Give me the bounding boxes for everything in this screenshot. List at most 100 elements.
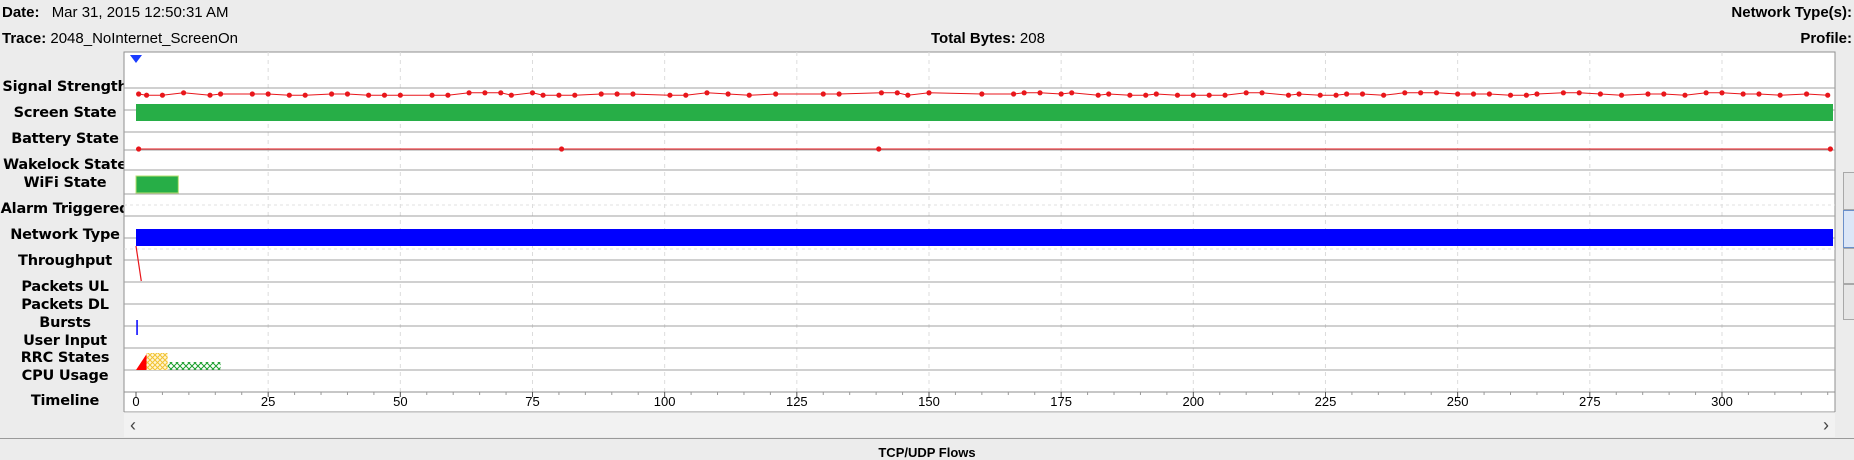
signal-strength-point — [1021, 90, 1027, 96]
timeline-tick-label: 0 — [132, 394, 139, 409]
signal-strength-point — [1825, 92, 1831, 98]
signal-strength-point — [572, 92, 578, 98]
signal-strength-point — [1777, 92, 1783, 98]
signal-strength-point — [1095, 92, 1101, 98]
signal-strength-point — [344, 91, 351, 97]
signal-strength-point — [143, 92, 150, 98]
signal-strength-point — [1037, 90, 1043, 96]
signal-strength-point — [508, 92, 514, 98]
signal-strength-point — [180, 90, 187, 96]
timeline-tick-label: 125 — [786, 394, 808, 409]
signal-strength-point — [366, 92, 372, 98]
signal-strength-point — [614, 91, 620, 97]
scroll-left-icon[interactable]: ‹ — [130, 413, 136, 437]
signal-strength-point — [836, 91, 842, 97]
side-panel-button-4[interactable] — [1843, 284, 1854, 320]
timeline-tick-label: 50 — [393, 394, 407, 409]
signal-strength-point — [1143, 92, 1149, 98]
signal-strength-point — [1381, 92, 1387, 98]
signal-strength-point — [302, 92, 308, 98]
signal-strength-point — [1523, 92, 1529, 98]
signal-strength-point — [1661, 91, 1667, 97]
signal-strength-point — [1402, 90, 1408, 96]
signal-strength-point — [556, 92, 562, 98]
screen-state-bar — [136, 104, 1833, 121]
signal-strength-point — [286, 92, 292, 98]
trace-chart[interactable]: 0 25 50 75 100 125 150 175 200 225 250 275 300 — [0, 0, 1854, 412]
signal-strength-point — [1259, 90, 1265, 96]
signal-strength-point — [1190, 92, 1196, 98]
signal-strength-point — [217, 91, 224, 97]
signal-strength-point — [265, 91, 271, 97]
signal-strength-point — [1069, 90, 1075, 96]
timeline-tick-label: 175 — [1050, 394, 1072, 409]
timeline-tick-label: 275 — [1579, 394, 1601, 409]
signal-strength-point — [1597, 91, 1603, 97]
bottom-panel: TCP/UDP Flows — [0, 438, 1854, 460]
tcp-udp-flows-tab[interactable]: TCP/UDP Flows — [0, 445, 1854, 460]
signal-strength-point — [1285, 92, 1292, 98]
timeline-tick-label: 200 — [1182, 394, 1204, 409]
signal-strength-point — [1703, 90, 1709, 96]
signal-strength-point — [1344, 91, 1350, 97]
signal-strength-point — [1333, 92, 1339, 98]
signal-strength-point — [1317, 92, 1323, 98]
signal-strength-point — [159, 92, 166, 98]
rrc-tail-segment — [167, 362, 221, 370]
side-panel-button-1[interactable] — [1843, 172, 1854, 210]
signal-strength-point — [894, 90, 900, 96]
signal-strength-point — [540, 92, 546, 98]
signal-strength-point — [1243, 90, 1249, 96]
timeline-tick-label: 25 — [261, 394, 275, 409]
scroll-right-icon[interactable]: › — [1823, 413, 1829, 437]
signal-strength-point — [1756, 91, 1762, 97]
battery-state-point — [876, 146, 882, 152]
signal-strength-point — [1359, 91, 1366, 97]
signal-strength-point — [683, 92, 689, 98]
signal-strength-point — [1576, 90, 1582, 96]
signal-strength-point — [1740, 91, 1746, 97]
signal-strength-point — [1560, 90, 1566, 96]
signal-strength-point — [381, 92, 388, 98]
signal-strength-point — [1618, 92, 1625, 98]
side-panel-button-2[interactable] — [1843, 210, 1854, 248]
horizontal-scrollbar[interactable]: ‹ › — [124, 412, 1835, 437]
signal-strength-point — [529, 90, 536, 96]
timeline-tick-label: 75 — [525, 394, 539, 409]
signal-strength-point — [979, 91, 985, 97]
timeline-tick-label: 100 — [654, 394, 676, 409]
signal-strength-point — [445, 92, 451, 98]
signal-strength-point — [466, 90, 472, 96]
timeline-tick-label: 250 — [1447, 394, 1469, 409]
signal-strength-point — [249, 91, 255, 97]
timeline-tick-label: 150 — [918, 394, 940, 409]
signal-strength-point — [1058, 91, 1064, 97]
signal-strength-point — [136, 91, 142, 97]
signal-strength-point — [1645, 91, 1651, 97]
signal-strength-point — [820, 91, 826, 97]
signal-strength-point — [498, 90, 504, 96]
signal-strength-point — [397, 92, 403, 98]
signal-strength-point — [1470, 91, 1477, 97]
signal-strength-point — [746, 92, 752, 98]
battery-state-point — [558, 146, 565, 152]
signal-strength-point — [1127, 92, 1133, 98]
network-type-bar — [136, 229, 1833, 246]
signal-strength-point — [630, 91, 636, 97]
signal-strength-point — [878, 90, 885, 96]
signal-strength-point — [1507, 92, 1514, 98]
timeline-tick-label: 300 — [1711, 394, 1733, 409]
signal-strength-point — [482, 90, 488, 96]
side-panel-button-3[interactable] — [1843, 248, 1854, 284]
signal-strength-point — [1010, 91, 1017, 97]
signal-strength-point — [1206, 92, 1212, 98]
signal-strength-point — [1803, 91, 1810, 97]
rrc-dch-segment — [146, 353, 168, 370]
signal-strength-point — [1682, 92, 1688, 98]
signal-strength-point — [207, 92, 213, 98]
signal-strength-point — [1222, 92, 1228, 98]
signal-strength-point — [704, 90, 710, 96]
signal-strength-point — [1153, 91, 1159, 97]
signal-strength-point — [1433, 90, 1440, 96]
signal-strength-point — [926, 90, 932, 96]
